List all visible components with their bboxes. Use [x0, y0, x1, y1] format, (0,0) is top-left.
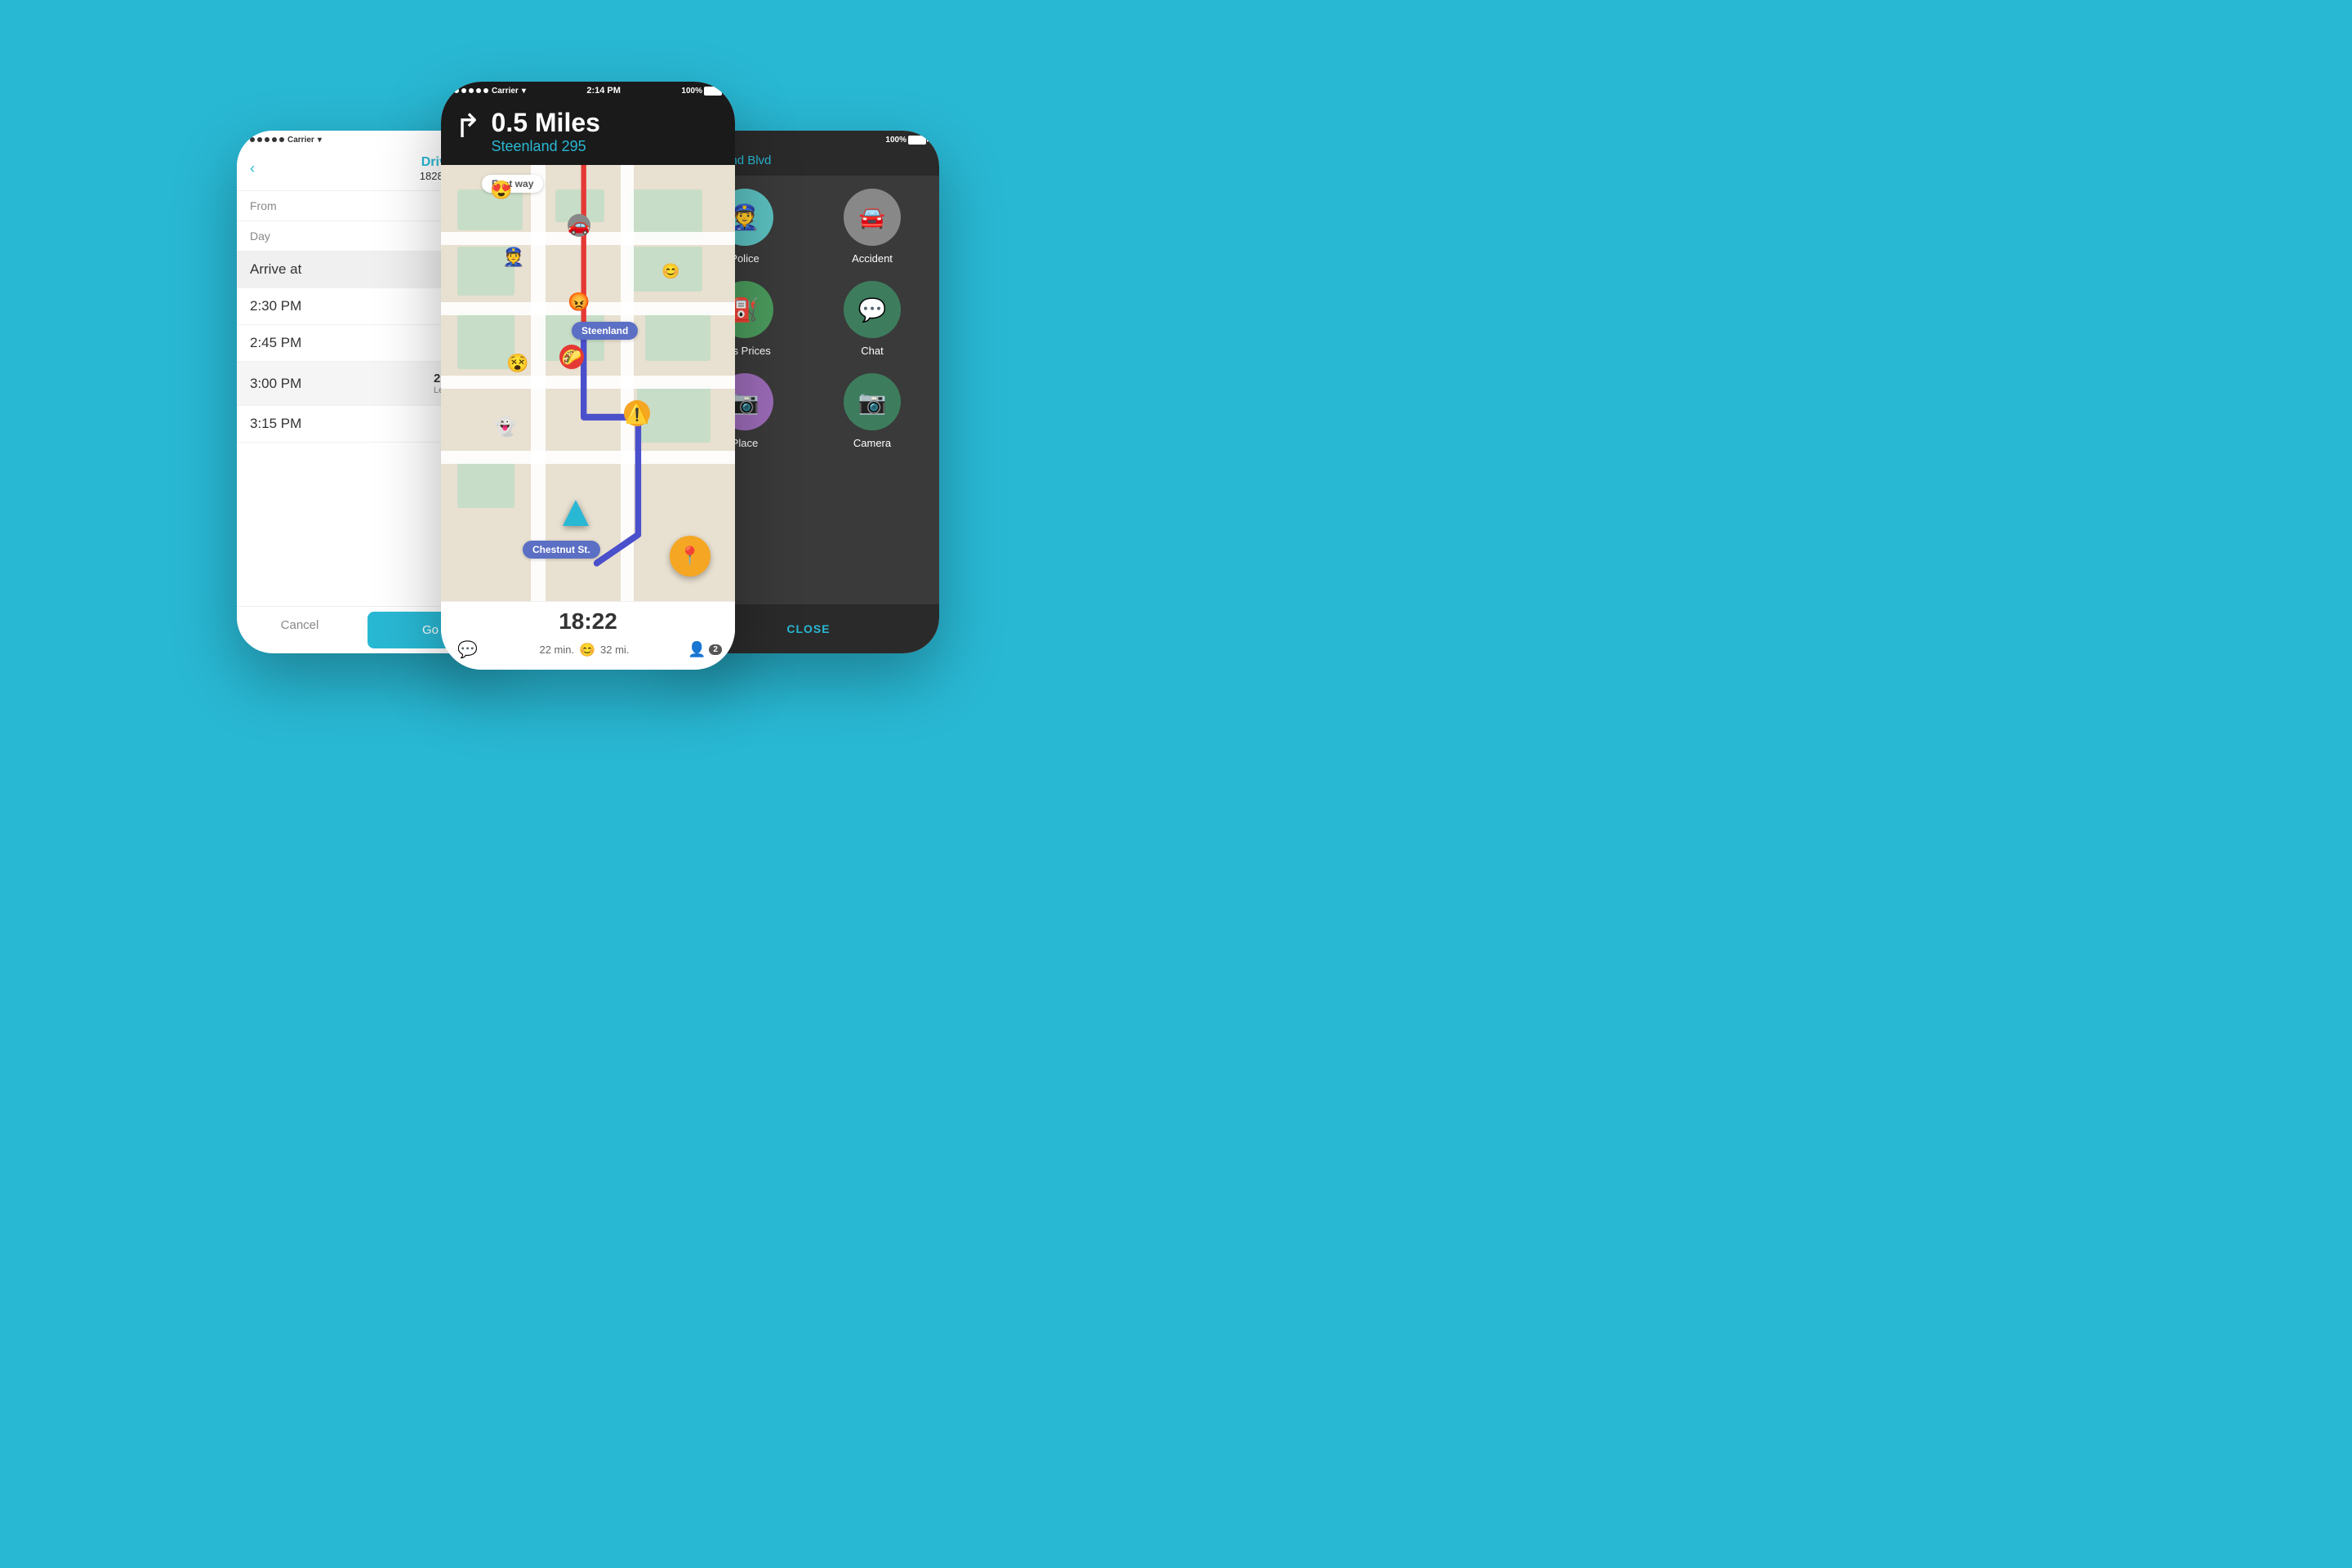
right-battery: 100%	[885, 136, 926, 145]
center-signal	[454, 88, 488, 93]
camera-label: Camera	[853, 437, 891, 449]
chat-icon-circle: 💬	[844, 281, 901, 338]
users-icon[interactable]: 👤	[688, 641, 706, 658]
cdot4	[476, 88, 481, 93]
eta-row: 18:22	[454, 608, 722, 635]
users-section: 👤 2	[688, 641, 722, 658]
waze-smile-icon: 😊	[579, 642, 595, 658]
eta-details: 💬 22 min. 😊 32 mi. 👤 2	[454, 636, 722, 663]
dot1	[250, 137, 255, 142]
eta-min-dist: 22 min. 😊 32 mi.	[539, 642, 629, 658]
battery-fill	[705, 87, 721, 95]
center-bottom-bar: 18:22 💬 22 min. 😊 32 mi. 👤 2	[441, 601, 735, 670]
dot3	[265, 137, 270, 142]
chat-icon: 💬	[858, 296, 887, 323]
nav-distance: 0.5 Miles	[492, 108, 600, 138]
chestnut-label: Chestnut St.	[523, 541, 600, 559]
day-label: Day	[250, 229, 270, 243]
waze-icon-2: 🚗	[568, 214, 590, 237]
camera-icon-circle: 📷	[844, 373, 901, 430]
current-location-arrow	[563, 500, 589, 526]
cancel-button[interactable]: Cancel	[237, 607, 363, 653]
right-battery-bar	[908, 136, 926, 145]
chat-label: Chat	[861, 345, 883, 357]
accident-label: Accident	[852, 252, 893, 265]
map-area[interactable]: East way Steenland Chestnut St. 😍 🚗 👮 😊 …	[441, 165, 735, 601]
battery-pct: 100%	[681, 87, 702, 96]
warning-icon: ⚠️	[624, 400, 650, 426]
carrier-wifi: Carrier ▾	[250, 136, 322, 145]
cdot5	[483, 88, 488, 93]
ghost-icon: 👻	[494, 416, 516, 438]
turn-arrow-icon: ↱	[454, 108, 482, 145]
users-badge: 2	[709, 644, 722, 655]
time-230: 2:30 PM	[250, 298, 301, 314]
signal-dots	[250, 137, 284, 142]
nav-direction: ↱ 0.5 Miles Steenland 295	[454, 108, 722, 155]
nav-info: 0.5 Miles Steenland 295	[492, 108, 600, 155]
accident-menu-item[interactable]: 🚘 Accident	[818, 189, 926, 265]
cdot1	[454, 88, 459, 93]
steenland-label: Steenland	[572, 322, 638, 340]
carrier-name: Carrier	[287, 136, 314, 145]
accident-icon: 🚘	[859, 205, 885, 230]
phones-container: Carrier ▾ 2:14 PM ‹ Drive later 1828 Nat…	[220, 65, 956, 719]
phone-center: Carrier ▾ 2:14 PM 100% ↱ 0.5 Miles Steen…	[441, 82, 735, 670]
back-button[interactable]: ‹	[250, 160, 255, 177]
right-battery-pct: 100%	[885, 136, 906, 145]
right-battery-fill	[909, 136, 925, 144]
cdot2	[461, 88, 466, 93]
center-phone-screen: Carrier ▾ 2:14 PM 100% ↱ 0.5 Miles Steen…	[441, 82, 735, 670]
eta-minutes: 22 min.	[539, 644, 574, 656]
nav-street: Steenland 295	[492, 138, 600, 155]
eta-time: 18:22	[454, 608, 722, 635]
waze-icon-4: 😊	[662, 263, 679, 280]
eta-distance: 32 mi.	[600, 644, 629, 656]
center-time: 2:14 PM	[586, 86, 621, 96]
center-status-bar: Carrier ▾ 2:14 PM 100%	[441, 82, 735, 100]
arrive-at-label: Arrive at	[250, 261, 301, 278]
time-245: 2:45 PM	[250, 335, 301, 351]
close-button[interactable]: CLOSE	[786, 622, 830, 635]
wifi-icon: ▾	[318, 136, 322, 145]
center-nav-bar: ↱ 0.5 Miles Steenland 295	[441, 100, 735, 165]
waze-icon-5: 😡	[568, 292, 590, 313]
chat-menu-item[interactable]: 💬 Chat	[818, 281, 926, 357]
accident-icon-circle: 🚘	[844, 189, 901, 246]
destination-pin: 📍	[670, 536, 710, 577]
chat-icon[interactable]: 💬	[454, 636, 481, 663]
waze-icon-6: 😵	[506, 353, 528, 374]
center-battery: 100%	[681, 87, 722, 96]
time-315: 3:15 PM	[250, 416, 301, 432]
incident-icon: 🌮	[559, 345, 584, 369]
place-label: Place	[732, 437, 759, 449]
camera-icon: 📷	[858, 389, 887, 416]
time-300: 3:00 PM	[250, 376, 301, 392]
cdot3	[469, 88, 474, 93]
center-carrier: Carrier ▾	[454, 87, 526, 96]
center-carrier-name: Carrier	[492, 87, 519, 96]
camera-menu-item[interactable]: 📷 Camera	[818, 373, 926, 449]
waze-icon-3: 👮	[502, 247, 524, 268]
dot2	[257, 137, 262, 142]
waze-icon-1: 😍	[490, 180, 512, 201]
dot5	[279, 137, 284, 142]
dot4	[272, 137, 277, 142]
battery-bar	[704, 87, 722, 96]
from-label: From	[250, 199, 277, 212]
center-wifi-icon: ▾	[522, 87, 526, 96]
